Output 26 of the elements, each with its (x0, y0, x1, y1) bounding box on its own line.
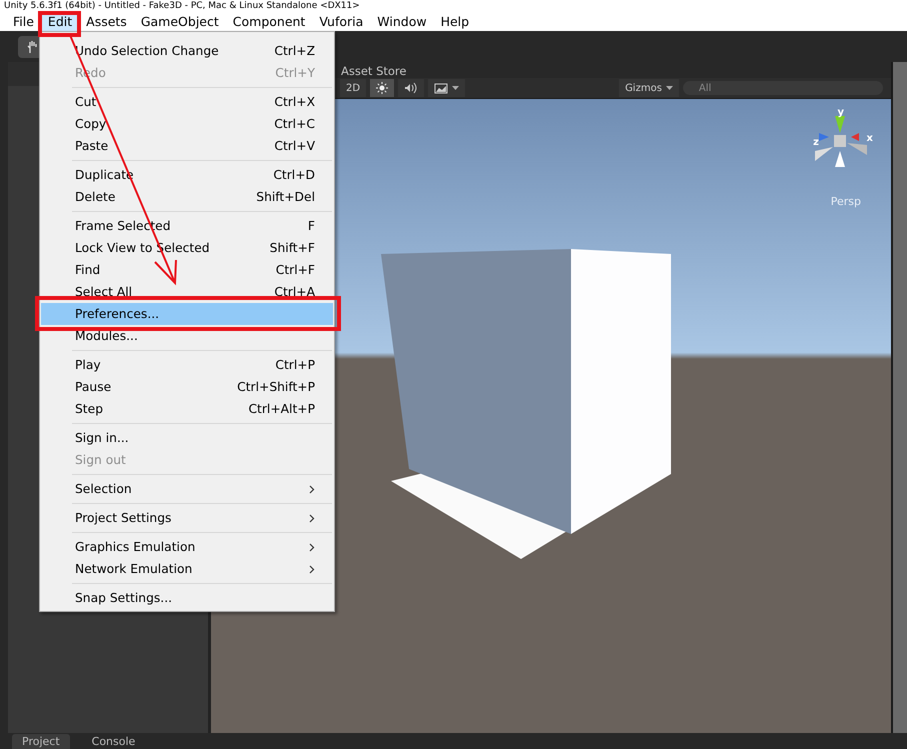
effects-toggle[interactable] (428, 79, 466, 97)
panel-tab[interactable]: Console (82, 734, 146, 749)
menu-bar-item[interactable]: Window (370, 10, 434, 32)
window-title: Unity 5.6.3f1 (64bit) - Untitled - Fake3D - PC, Mac & Linux Standalone <DX11> (4, 2, 360, 11)
menu-bar-item[interactable]: Vuforia (312, 10, 370, 32)
2d-toggle[interactable]: 2D (340, 79, 366, 97)
panel-tab[interactable]: Project (12, 734, 70, 749)
lighting-toggle[interactable] (370, 79, 394, 97)
sun-icon (376, 82, 388, 94)
gizmos-dropdown[interactable]: Gizmos (619, 79, 679, 97)
menu-bar-item[interactable]: Component (226, 10, 312, 32)
image-icon (434, 82, 448, 94)
speaker-icon (404, 82, 418, 94)
menu-bar-item[interactable]: Help (434, 10, 476, 32)
menu-item[interactable]: Preferences... (41, 303, 333, 325)
highlight-frame (38, 11, 81, 37)
caret-icon (452, 86, 460, 90)
menu-bar-item[interactable]: GameObject (134, 10, 226, 32)
z-axis-label: z (813, 137, 819, 148)
menu-bar-item[interactable]: Assets (79, 10, 134, 32)
y-axis-label: y (837, 107, 844, 118)
asset-store-tab[interactable]: Asset Store (341, 64, 406, 78)
x-axis-label: x (866, 133, 873, 144)
menu-bar-item[interactable]: File (6, 10, 41, 32)
audio-toggle[interactable] (398, 79, 424, 97)
caret-icon (666, 86, 673, 90)
